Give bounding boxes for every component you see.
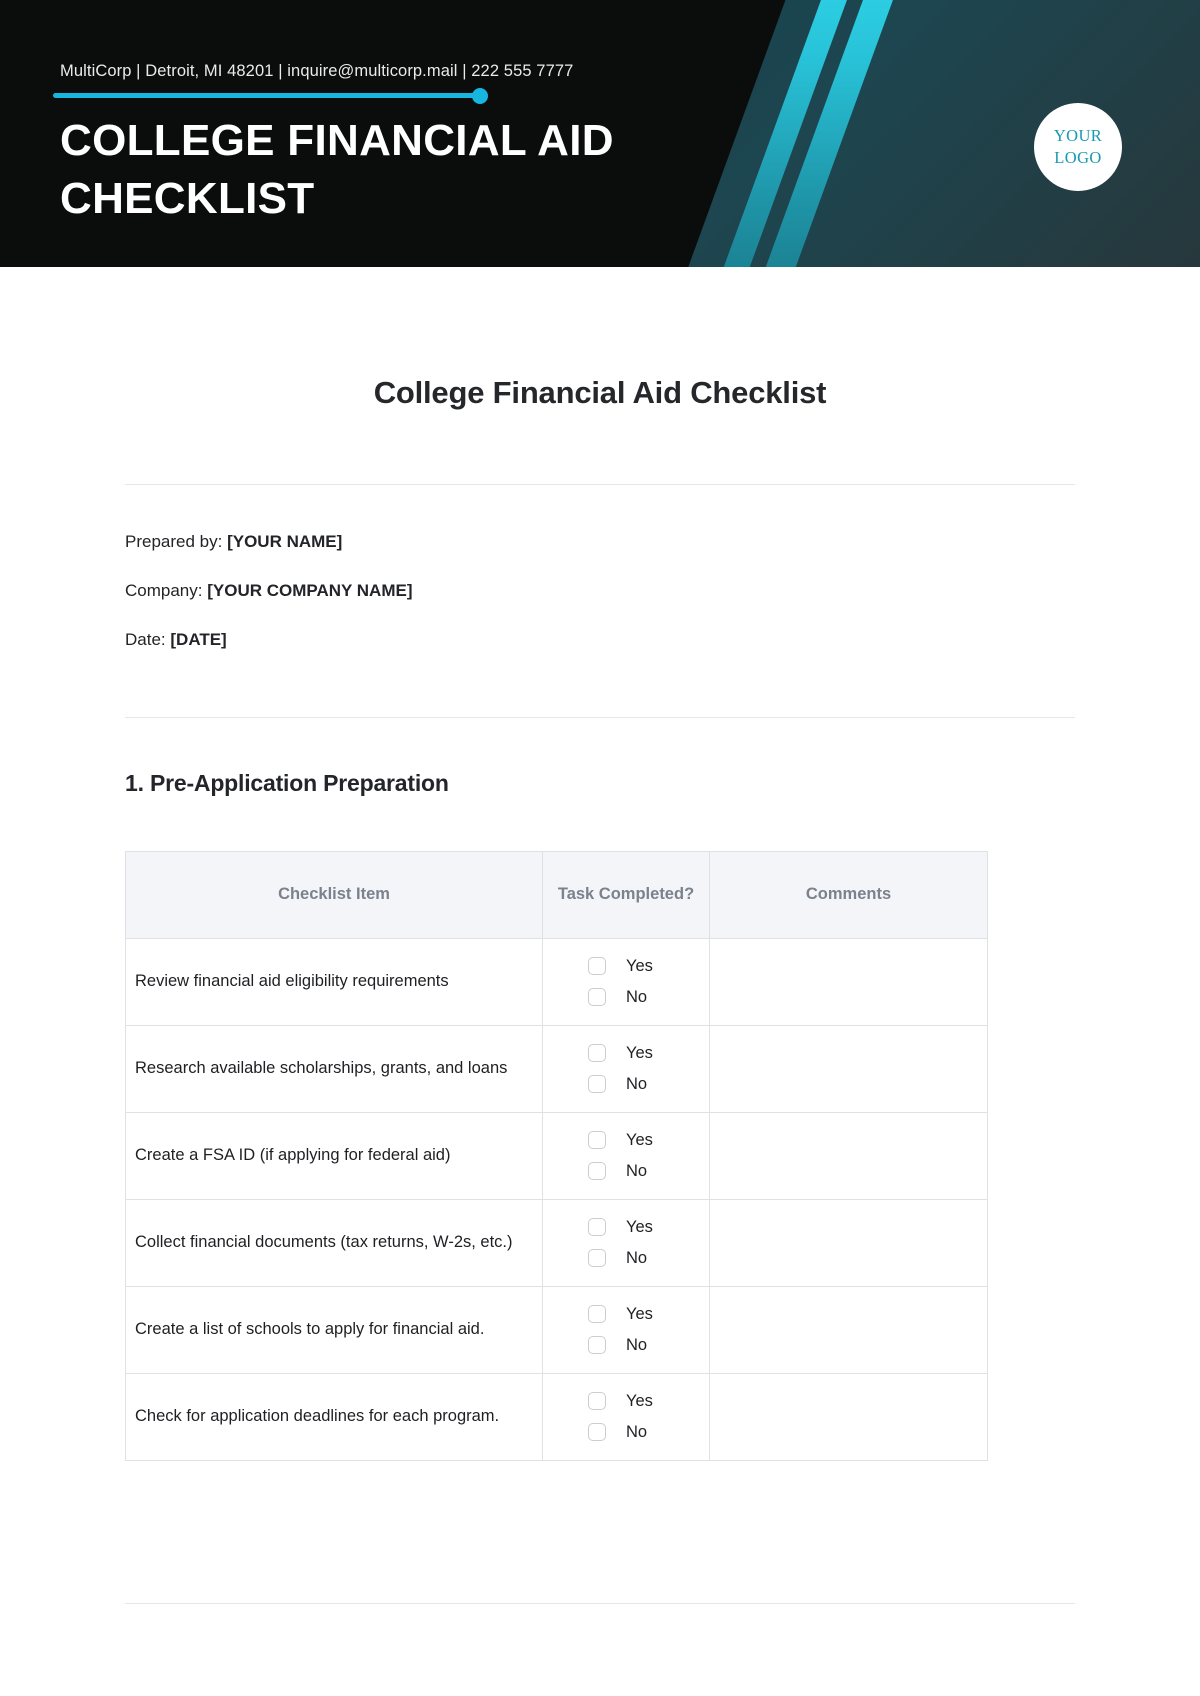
option-no[interactable]: No	[543, 1336, 709, 1355]
banner-title: COLLEGE FINANCIAL AID CHECKLIST	[60, 116, 614, 224]
company-contact-line: MultiCorp | Detroit, MI 48201 | inquire@…	[60, 62, 574, 80]
option-yes[interactable]: Yes	[543, 957, 709, 976]
option-yes-label: Yes	[626, 1391, 653, 1410]
checklist-item-text: Research available scholarships, grants,…	[125, 1024, 543, 1113]
document-body: College Financial Aid Checklist Prepared…	[0, 375, 1200, 1604]
table-header-row: Checklist Item Task Completed? Comments	[125, 850, 988, 939]
checkbox-no-icon[interactable]	[588, 1162, 606, 1181]
option-yes-label: Yes	[626, 1217, 653, 1236]
column-header-task-completed: Task Completed?	[542, 850, 710, 939]
checkbox-no-icon[interactable]	[588, 988, 606, 1007]
option-yes[interactable]: Yes	[543, 1044, 709, 1063]
comments-cell[interactable]	[709, 1198, 988, 1287]
checkbox-no-icon[interactable]	[588, 1075, 606, 1094]
page-header-banner: MultiCorp | Detroit, MI 48201 | inquire@…	[0, 0, 1200, 267]
checkbox-yes-icon[interactable]	[588, 1392, 606, 1411]
checklist-table-body: Review financial aid eligibility require…	[125, 937, 988, 1461]
task-completed-cell: Yes No	[542, 1111, 710, 1200]
table-row: Check for application deadlines for each…	[125, 1372, 988, 1461]
option-no-label: No	[626, 1422, 648, 1441]
option-yes[interactable]: Yes	[543, 1218, 709, 1237]
checkbox-yes-icon[interactable]	[588, 1218, 606, 1237]
meta-date-value: [DATE]	[170, 629, 227, 649]
meta-company-value: [YOUR COMPANY NAME]	[207, 580, 413, 600]
comments-cell[interactable]	[709, 1024, 988, 1113]
option-no[interactable]: No	[543, 1249, 709, 1268]
divider	[125, 1602, 1075, 1604]
meta-date: Date: [DATE]	[125, 629, 1075, 652]
divider	[125, 716, 1075, 718]
checkbox-yes-icon[interactable]	[588, 957, 606, 976]
comments-cell[interactable]	[709, 1372, 988, 1461]
column-header-checklist-item: Checklist Item	[125, 850, 543, 939]
comments-cell[interactable]	[709, 1285, 988, 1374]
meta-company-label: Company:	[125, 580, 203, 600]
document-meta-block: Prepared by: [YOUR NAME] Company: [YOUR …	[125, 531, 1075, 652]
task-completed-cell: Yes No	[542, 1024, 710, 1113]
checklist-item-text: Create a FSA ID (if applying for federal…	[125, 1111, 543, 1200]
section-heading: 1. Pre-Application Preparation	[125, 769, 449, 796]
checklist-item-text: Check for application deadlines for each…	[125, 1372, 543, 1461]
task-completed-cell: Yes No	[542, 1372, 710, 1461]
checklist-item-text: Review financial aid eligibility require…	[125, 937, 543, 1026]
checkbox-no-icon[interactable]	[588, 1423, 606, 1442]
option-yes-label: Yes	[626, 1130, 653, 1149]
checklist-item-text: Create a list of schools to apply for fi…	[125, 1285, 543, 1374]
meta-company: Company: [YOUR COMPANY NAME]	[125, 580, 1075, 603]
option-yes[interactable]: Yes	[543, 1131, 709, 1150]
task-completed-cell: Yes No	[542, 937, 710, 1026]
comments-cell[interactable]	[709, 1111, 988, 1200]
meta-prepared-by: Prepared by: [YOUR NAME]	[125, 531, 1075, 554]
table-row: Collect financial documents (tax returns…	[125, 1198, 988, 1287]
option-no-label: No	[626, 1248, 648, 1267]
document-title: College Financial Aid Checklist	[373, 375, 827, 410]
option-no[interactable]: No	[543, 988, 709, 1007]
column-header-comments: Comments	[709, 850, 988, 939]
option-yes-label: Yes	[626, 1304, 653, 1323]
option-yes-label: Yes	[626, 1043, 653, 1062]
option-no-label: No	[626, 987, 648, 1006]
logo-line-1: YOUR	[1053, 125, 1103, 145]
divider	[125, 484, 1075, 485]
table-row: Create a list of schools to apply for fi…	[125, 1285, 988, 1374]
option-yes[interactable]: Yes	[543, 1392, 709, 1411]
option-yes[interactable]: Yes	[543, 1305, 709, 1324]
comments-cell[interactable]	[709, 937, 988, 1026]
checklist-table: Checklist Item Task Completed? Comments …	[125, 850, 988, 1461]
option-no-label: No	[626, 1074, 648, 1093]
checkbox-no-icon[interactable]	[588, 1336, 606, 1355]
checkbox-yes-icon[interactable]	[588, 1131, 606, 1150]
meta-prepared-by-label: Prepared by:	[125, 532, 223, 551]
checkbox-yes-icon[interactable]	[588, 1305, 606, 1324]
option-no[interactable]: No	[543, 1075, 709, 1094]
option-no[interactable]: No	[543, 1423, 709, 1442]
table-row: Research available scholarships, grants,…	[125, 1024, 988, 1113]
checkbox-yes-icon[interactable]	[588, 1044, 606, 1063]
option-no-label: No	[626, 1161, 648, 1180]
table-row: Create a FSA ID (if applying for federal…	[125, 1111, 988, 1200]
meta-date-label: Date:	[125, 629, 166, 649]
logo-placeholder: YOUR LOGO	[1034, 103, 1122, 191]
option-yes-label: Yes	[626, 956, 653, 975]
checklist-item-text: Collect financial documents (tax returns…	[125, 1198, 543, 1287]
option-no-label: No	[626, 1335, 648, 1354]
banner-accent-rule	[53, 93, 483, 98]
logo-line-2: LOGO	[1054, 148, 1102, 167]
checkbox-no-icon[interactable]	[588, 1249, 606, 1268]
banner-accent-dot-icon	[472, 88, 488, 104]
task-completed-cell: Yes No	[542, 1285, 710, 1374]
option-no[interactable]: No	[543, 1162, 709, 1181]
meta-prepared-by-value: [YOUR NAME]	[227, 532, 343, 551]
task-completed-cell: Yes No	[542, 1198, 710, 1287]
table-row: Review financial aid eligibility require…	[125, 937, 988, 1026]
